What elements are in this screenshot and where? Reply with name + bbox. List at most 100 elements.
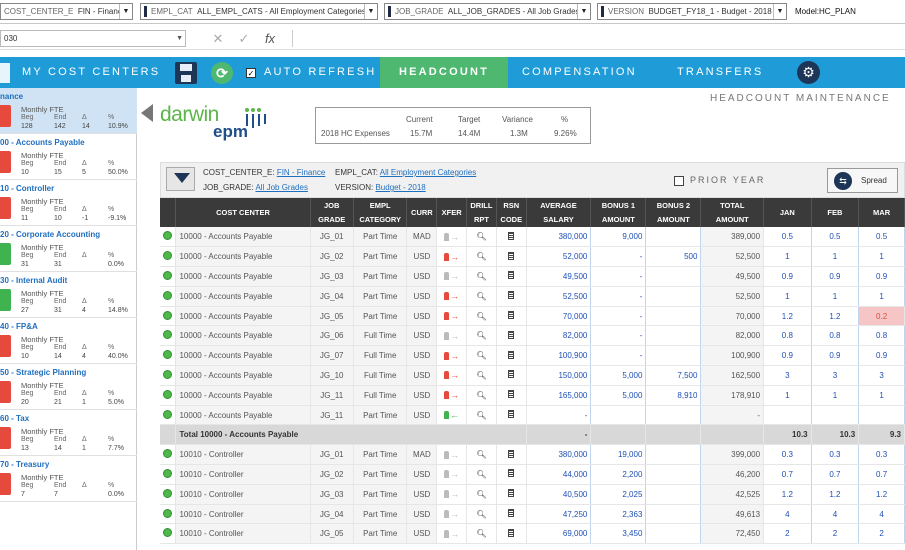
mar-cell[interactable]: 1.2 bbox=[858, 484, 905, 505]
sidebar-item[interactable]: 70 - Treasury Monthly FTE Beg 7 End 7 Δ% 0.0% bbox=[0, 456, 137, 502]
jan-cell[interactable]: 1.2 bbox=[763, 306, 812, 327]
name-box[interactable]: 030 ▼ bbox=[0, 30, 186, 47]
mar-cell[interactable]: 1 bbox=[858, 286, 905, 307]
bonus2-cell[interactable] bbox=[645, 306, 702, 327]
salary-cell[interactable]: 150,000 bbox=[526, 365, 592, 386]
magnifier-icon[interactable]: 🔍︎ bbox=[476, 411, 486, 420]
bonus1-cell[interactable]: - bbox=[590, 286, 647, 307]
transfer-arrow-icon[interactable]: → bbox=[450, 252, 459, 262]
jan-cell[interactable]: 2 bbox=[763, 523, 812, 545]
transfer-arrow-icon[interactable]: → bbox=[450, 232, 459, 242]
bonus1-cell[interactable]: 3,450 bbox=[590, 523, 647, 545]
mar-cell[interactable]: 1 bbox=[858, 385, 905, 406]
xfer-cell[interactable]: → bbox=[436, 306, 468, 327]
person-icon[interactable] bbox=[444, 510, 450, 519]
xfer-cell[interactable]: → bbox=[436, 444, 468, 466]
mar-cell[interactable]: 3 bbox=[858, 365, 905, 386]
xfer-cell[interactable]: → bbox=[436, 246, 468, 268]
magnifier-icon[interactable]: 🔍︎ bbox=[476, 292, 486, 301]
chevron-down-icon[interactable]: ▼ bbox=[176, 31, 183, 46]
cancel-icon[interactable]: ✕ bbox=[205, 30, 231, 47]
cc-filter-link[interactable]: FIN - Finance bbox=[277, 168, 325, 177]
xfer-cell[interactable]: → bbox=[436, 266, 468, 287]
chevron-down-icon[interactable]: ▼ bbox=[364, 4, 377, 19]
reason-code-cell[interactable] bbox=[496, 286, 527, 307]
feb-cell[interactable]: 0.8 bbox=[811, 325, 860, 347]
bonus1-cell[interactable]: 19,000 bbox=[590, 444, 647, 466]
lock-icon[interactable] bbox=[0, 335, 11, 357]
xfer-cell[interactable]: → bbox=[436, 385, 468, 406]
drill-cell[interactable]: 🔍︎ bbox=[466, 325, 497, 347]
drill-cell[interactable]: 🔍︎ bbox=[466, 246, 497, 268]
transfer-arrow-icon[interactable]: ← bbox=[450, 410, 459, 420]
reason-code-cell[interactable] bbox=[496, 227, 527, 248]
magnifier-icon[interactable]: 🔍︎ bbox=[476, 272, 486, 281]
magnifier-icon[interactable]: 🔍︎ bbox=[476, 331, 486, 340]
magnifier-icon[interactable]: 🔍︎ bbox=[476, 490, 486, 499]
magnifier-icon[interactable]: 🔍︎ bbox=[476, 450, 486, 459]
document-icon[interactable] bbox=[508, 231, 515, 240]
salary-cell[interactable]: 380,000 bbox=[526, 227, 592, 248]
cost-center-dropdown[interactable]: COST_CENTER_E FIN - Finance ▼ bbox=[0, 3, 133, 20]
person-icon[interactable] bbox=[444, 331, 450, 340]
drill-cell[interactable]: 🔍︎ bbox=[466, 385, 497, 406]
salary-cell[interactable]: 70,000 bbox=[526, 306, 592, 327]
lock-icon[interactable] bbox=[0, 197, 11, 219]
magnifier-icon[interactable]: 🔍︎ bbox=[476, 351, 486, 360]
salary-cell[interactable]: 49,500 bbox=[526, 266, 592, 287]
document-icon[interactable] bbox=[508, 528, 515, 537]
document-icon[interactable] bbox=[508, 410, 515, 419]
magnifier-icon[interactable]: 🔍︎ bbox=[476, 470, 486, 479]
drill-cell[interactable]: 🔍︎ bbox=[466, 523, 497, 545]
bonus2-cell[interactable] bbox=[645, 325, 702, 347]
xfer-cell[interactable]: → bbox=[436, 325, 468, 347]
salary-cell[interactable]: 44,000 bbox=[526, 464, 592, 485]
drill-cell[interactable]: 🔍︎ bbox=[466, 504, 497, 525]
xfer-cell[interactable]: → bbox=[436, 464, 468, 485]
version-filter-link[interactable]: Budget - 2018 bbox=[375, 183, 425, 192]
bonus2-cell[interactable] bbox=[645, 405, 702, 426]
magnifier-icon[interactable]: 🔍︎ bbox=[476, 529, 486, 538]
lock-icon[interactable] bbox=[0, 427, 11, 449]
jan-cell[interactable]: 1 bbox=[763, 385, 812, 406]
lock-icon[interactable] bbox=[0, 105, 11, 127]
save-icon[interactable] bbox=[175, 62, 197, 84]
xfer-cell[interactable]: → bbox=[436, 286, 468, 307]
transfer-arrow-icon[interactable]: → bbox=[450, 291, 459, 301]
drill-cell[interactable]: 🔍︎ bbox=[466, 444, 497, 466]
mar-cell[interactable]: 0.5 bbox=[858, 227, 905, 248]
bonus2-cell[interactable] bbox=[645, 286, 702, 307]
edit-icon[interactable] bbox=[0, 243, 11, 265]
reason-code-cell[interactable] bbox=[496, 266, 527, 287]
bonus2-cell[interactable] bbox=[645, 523, 702, 545]
reason-code-cell[interactable] bbox=[496, 345, 527, 367]
reason-code-cell[interactable] bbox=[496, 484, 527, 505]
transfer-arrow-icon[interactable]: → bbox=[450, 311, 459, 321]
mar-cell[interactable]: 0.2 bbox=[858, 306, 905, 327]
grade-filter-link[interactable]: All Job Grades bbox=[255, 183, 307, 192]
job-grade-dropdown[interactable]: JOB_GRADE ALL_JOB_GRADES - All Job Grade… bbox=[384, 3, 591, 20]
xfer-cell[interactable]: ← bbox=[436, 405, 468, 426]
mar-cell[interactable]: 0.7 bbox=[858, 464, 905, 485]
person-icon[interactable] bbox=[444, 351, 450, 360]
feb-cell[interactable]: 3 bbox=[811, 365, 860, 386]
bonus2-cell[interactable] bbox=[645, 504, 702, 525]
jan-cell[interactable]: 0.8 bbox=[763, 325, 812, 347]
reason-code-cell[interactable] bbox=[496, 405, 527, 426]
chevron-down-icon[interactable]: ▼ bbox=[119, 4, 132, 19]
bonus1-cell[interactable]: - bbox=[590, 306, 647, 327]
person-icon[interactable] bbox=[444, 450, 450, 459]
transfer-arrow-icon[interactable]: → bbox=[450, 351, 459, 361]
jan-cell[interactable]: 0.7 bbox=[763, 464, 812, 485]
spread-button[interactable]: ⇆ Spread bbox=[827, 168, 898, 193]
document-icon[interactable] bbox=[508, 489, 515, 498]
reason-code-cell[interactable] bbox=[496, 504, 527, 525]
feb-cell[interactable]: 4 bbox=[811, 504, 860, 525]
function-icon[interactable]: fx bbox=[257, 30, 283, 47]
magnifier-icon[interactable]: 🔍︎ bbox=[476, 312, 486, 321]
bonus1-cell[interactable] bbox=[590, 405, 647, 426]
mar-cell[interactable]: 1 bbox=[858, 246, 905, 268]
reason-code-cell[interactable] bbox=[496, 306, 527, 327]
salary-cell[interactable]: 40,500 bbox=[526, 484, 592, 505]
drill-cell[interactable]: 🔍︎ bbox=[466, 306, 497, 327]
